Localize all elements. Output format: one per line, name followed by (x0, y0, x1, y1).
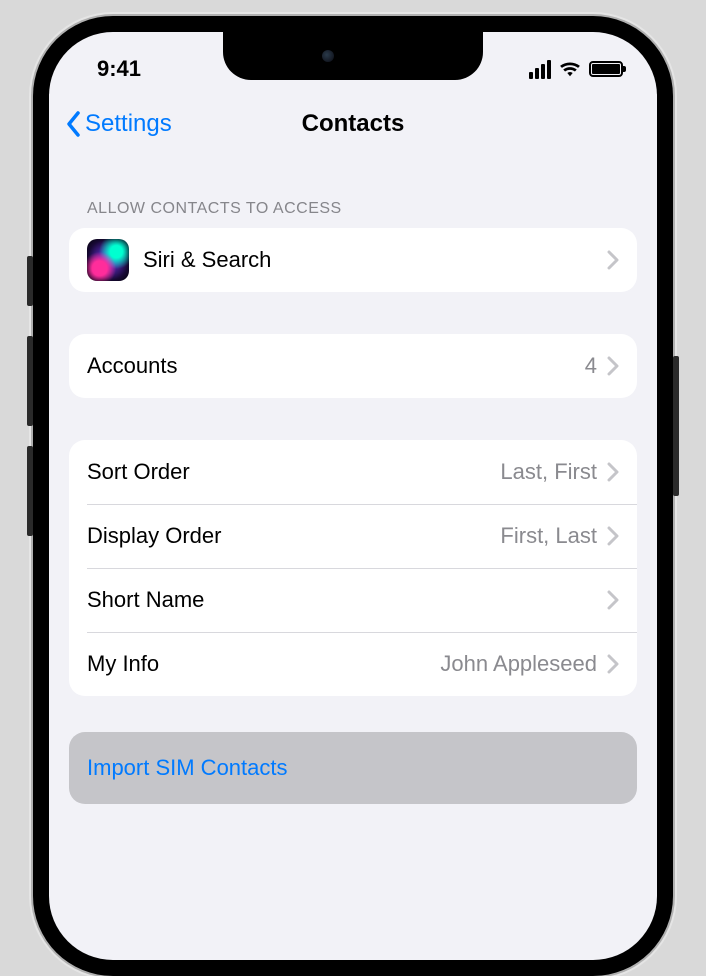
chevron-right-icon (607, 356, 619, 376)
my-info-value: John Appleseed (440, 651, 597, 677)
content: Allow Contacts to Access Siri & Search A… (49, 154, 657, 804)
status-indicators (529, 60, 623, 79)
row-import-sim-contacts[interactable]: Import SIM Contacts (69, 732, 637, 804)
row-short-name[interactable]: Short Name (69, 568, 637, 632)
siri-label: Siri & Search (143, 247, 271, 273)
short-name-label: Short Name (87, 587, 204, 613)
volume-down-button (27, 446, 33, 536)
my-info-label: My Info (87, 651, 159, 677)
notch (223, 32, 483, 80)
row-display-order[interactable]: Display Order First, Last (69, 504, 637, 568)
row-my-info[interactable]: My Info John Appleseed (69, 632, 637, 696)
status-time: 9:41 (97, 56, 141, 82)
row-accounts[interactable]: Accounts 4 (69, 334, 637, 398)
cellular-signal-icon (529, 60, 551, 79)
chevron-right-icon (607, 462, 619, 482)
group-siri: Siri & Search (69, 228, 637, 292)
sort-order-label: Sort Order (87, 459, 190, 485)
group-display-options: Sort Order Last, First Display Order Fir… (69, 440, 637, 696)
front-camera (322, 50, 334, 62)
import-sim-label: Import SIM Contacts (87, 755, 288, 781)
sort-order-value: Last, First (500, 459, 597, 485)
battery-icon (589, 61, 623, 77)
power-button (673, 356, 679, 496)
section-header-access: Allow Contacts to Access (69, 166, 637, 228)
row-siri-search[interactable]: Siri & Search (69, 228, 637, 292)
back-label: Settings (85, 110, 172, 138)
chevron-right-icon (607, 250, 619, 270)
phone-frame: 9:41 Settings Contacts Allow Co (33, 16, 673, 976)
group-accounts: Accounts 4 (69, 334, 637, 398)
chevron-right-icon (607, 526, 619, 546)
chevron-right-icon (607, 654, 619, 674)
display-order-value: First, Last (500, 523, 597, 549)
accounts-count: 4 (585, 353, 597, 379)
nav-bar: Settings Contacts (49, 94, 657, 154)
display-order-label: Display Order (87, 523, 221, 549)
volume-up-button (27, 336, 33, 426)
accounts-label: Accounts (87, 353, 178, 379)
chevron-left-icon (65, 110, 83, 138)
siri-icon (87, 239, 129, 281)
screen: 9:41 Settings Contacts Allow Co (49, 32, 657, 960)
wifi-icon (559, 60, 581, 78)
page-title: Contacts (302, 110, 405, 138)
chevron-right-icon (607, 590, 619, 610)
silent-switch (27, 256, 33, 306)
back-button[interactable]: Settings (65, 110, 172, 138)
row-sort-order[interactable]: Sort Order Last, First (69, 440, 637, 504)
